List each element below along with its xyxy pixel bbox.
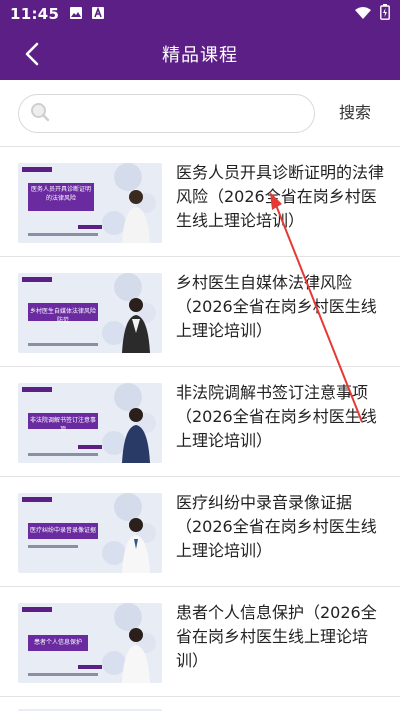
list-item[interactable]: 乡村医生自媒体法律风险防范 乡村医生自媒体法律风险（2026全省在岗乡村医生线上… <box>0 256 400 366</box>
search-box[interactable] <box>18 94 315 133</box>
search-button[interactable]: 搜索 <box>330 100 380 126</box>
course-thumbnail: 非法院调解书签订注意事项 <box>18 383 162 463</box>
thumbnail-caption: 非法院调解书签订注意事项 <box>30 417 97 433</box>
thumbnail-caption: 医务人员开具诊断证明的法律风险 <box>30 186 91 202</box>
course-title: 患者个人信息保护（2026全省在岗乡村医生线上理论培训） <box>176 603 377 670</box>
list-item[interactable]: 医疗纠纷中录音录像证据 医疗纠纷中录音录像证据（2026全省在岗乡村医生线上理论… <box>0 476 400 586</box>
font-a-icon <box>91 5 105 24</box>
course-thumbnail: 医务人员开具诊断证明的法律风险 <box>18 163 162 243</box>
course-title: 非法院调解书签订注意事项（2026全省在岗乡村医生线上理论培训） <box>176 383 377 450</box>
back-button[interactable] <box>18 40 46 68</box>
search-icon <box>29 101 51 127</box>
course-title: 乡村医生自媒体法律风险（2026全省在岗乡村医生线上理论培训） <box>176 273 377 340</box>
chevron-left-icon <box>25 42 39 66</box>
list-item[interactable]: 非法院调解书签订注意事项 非法院调解书签订注意事项（2026全省在岗乡村医生线上… <box>0 366 400 476</box>
course-list: 医务人员开具诊断证明的法律风险 医务人员开具诊断证明的法律风险（2026全省在岗… <box>0 146 400 711</box>
thumbnail-caption: 乡村医生自媒体法律风险防范 <box>30 308 97 324</box>
thumbnail-caption: 患者个人信息保护 <box>33 639 82 646</box>
list-item[interactable] <box>0 696 400 711</box>
course-thumbnail: 乡村医生自媒体法律风险防范 <box>18 273 162 353</box>
battery-icon <box>380 4 390 24</box>
page-title: 精品课程 <box>162 45 238 66</box>
status-time: 11:45 <box>10 5 60 23</box>
search-input[interactable] <box>57 98 314 129</box>
list-item[interactable]: 患者个人信息保护 患者个人信息保护（2026全省在岗乡村医生线上理论培训） <box>0 586 400 696</box>
wifi-icon <box>354 5 372 24</box>
thumbnail-caption: 医疗纠纷中录音录像证据 <box>30 527 97 534</box>
course-thumbnail: 医疗纠纷中录音录像证据 <box>18 493 162 573</box>
course-thumbnail: 患者个人信息保护 <box>18 603 162 683</box>
search-bar: 搜索 <box>0 80 400 146</box>
course-title: 医疗纠纷中录音录像证据（2026全省在岗乡村医生线上理论培训） <box>176 493 377 560</box>
app-bar: 精品课程 <box>0 28 400 80</box>
status-bar: 11:45 <box>0 0 400 28</box>
list-item[interactable]: 医务人员开具诊断证明的法律风险 医务人员开具诊断证明的法律风险（2026全省在岗… <box>0 146 400 256</box>
image-icon <box>69 5 83 24</box>
course-title: 医务人员开具诊断证明的法律风险（2026全省在岗乡村医生线上理论培训） <box>176 163 385 230</box>
